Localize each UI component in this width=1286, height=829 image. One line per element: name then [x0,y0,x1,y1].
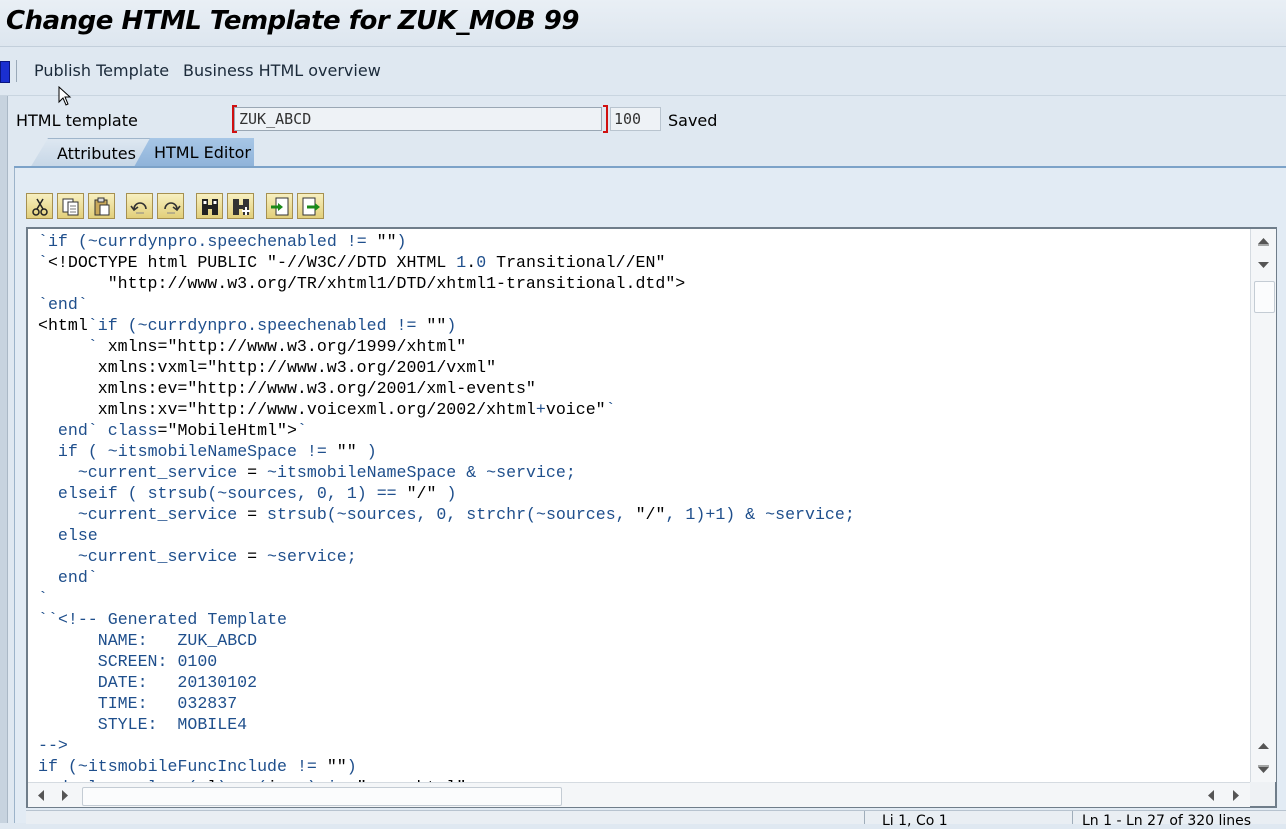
code-line[interactable]: if ( ~itsmobileNameSpace != "" ) [38,441,855,462]
code-line[interactable]: STYLE: MOBILE4 [38,714,855,735]
html-template-label: HTML template [16,111,138,130]
line-info-text: Ln 1 - Ln 27 of 320 lines [1082,813,1252,829]
horizontal-scroll-thumb[interactable] [82,787,562,806]
scroll-right-arrow-icon[interactable] [60,789,70,802]
publish-template-button[interactable]: Publish Template [34,61,169,80]
code-line[interactable]: <html`if (~currdynpro.speechenabled != "… [38,315,855,336]
code-line[interactable]: ~current_service = ~itsmobileNameSpace &… [38,462,855,483]
code-line[interactable]: --> [38,735,855,756]
tab-attributes[interactable]: Attributes [30,138,154,168]
left-frame-edge [0,96,8,823]
code-line[interactable]: xmlns:ev="http://www.w3.org/2001/xml-eve… [38,378,855,399]
code-line[interactable]: if (~itsmobileFuncInclude != "") [38,756,855,777]
code-line[interactable]: DATE: 20130102 [38,672,855,693]
code-line[interactable]: xmlns:xv="http://www.voicexml.org/2002/x… [38,399,855,420]
code-line[interactable]: ` xmlns="http://www.w3.org/1999/xhtml" [38,336,855,357]
import-icon[interactable] [266,193,293,219]
scroll-down-arrow-icon[interactable] [1257,260,1270,270]
code-line[interactable]: end` [38,567,855,588]
redo-icon[interactable] [157,193,184,219]
code-line[interactable]: else [38,525,855,546]
page-up-arrow-icon[interactable] [1257,236,1270,246]
focus-bracket-right [603,105,608,133]
tab-html-editor-label: HTML Editor [154,143,251,162]
editor-status-bar: Li 1, Co 1 Ln 1 - Ln 27 of 320 lines [26,810,1286,829]
scroll-left-arrow-icon[interactable] [36,789,46,802]
paste-icon[interactable] [88,193,115,219]
cursor-position-text: Li 1, Co 1 [882,813,948,829]
code-line[interactable]: SCREEN: 0100 [38,651,855,672]
cut-icon[interactable] [26,193,53,219]
html-template-input[interactable]: ZUK_ABCD [234,107,602,131]
scrollbar-corner [1250,782,1275,806]
code-line[interactable]: `end` [38,294,855,315]
vertical-scroll-thumb[interactable] [1254,281,1275,313]
code-line[interactable]: "http://www.w3.org/TR/xhtml1/DTD/xhtml1-… [38,273,855,294]
code-line[interactable]: `if (~currdynpro.speechenabled != "") [38,231,855,252]
code-line[interactable]: ~current_service = ~service; [38,546,855,567]
export-icon[interactable] [297,193,324,219]
code-line[interactable]: ``<!-- Generated Template [38,609,855,630]
html-code-editor[interactable]: `if (~currdynpro.speechenabled != "") `<!… [26,227,1277,808]
mouse-pointer-icon [58,86,72,106]
title-bar: Change HTML Template for ZUK_MOB 99 [0,0,1286,47]
code-line[interactable]: elseif ( strsub(~sources, 0, 1) == "/" ) [38,483,855,504]
find-icon[interactable] [196,193,223,219]
copy-icon[interactable] [57,193,84,219]
tab-attributes-label: Attributes [57,144,136,163]
scroll-left-end-arrow-icon[interactable] [1206,789,1216,802]
status-divider [1072,811,1073,824]
status-divider [864,811,865,824]
tab-html-editor[interactable]: HTML Editor [134,138,254,167]
page-down-arrow-icon[interactable] [1257,765,1270,775]
code-line[interactable]: ` [38,588,855,609]
application-toolbar: Publish Template Business HTML overview [0,47,1286,96]
undo-icon[interactable] [126,193,153,219]
screen-number-field[interactable]: 100 [610,107,661,131]
code-viewport: `if (~currdynpro.speechenabled != "") `<!… [28,229,1250,782]
code-line[interactable]: xmlns:vxml="http://www.w3.org/2001/vxml" [38,357,855,378]
horizontal-scrollbar[interactable] [28,782,1250,807]
toolbar-marker [0,61,10,83]
find-next-icon[interactable] [227,193,254,219]
code-line[interactable]: NAME: ZUK_ABCD [38,630,855,651]
vertical-scrollbar[interactable] [1250,229,1276,782]
code-line[interactable]: `<!DOCTYPE html PUBLIC "-//W3C//DTD XHTM… [38,252,855,273]
toolbar-separator [16,60,17,82]
code-line[interactable]: TIME: 032837 [38,693,855,714]
code-line[interactable]: end` class="MobileHtml">` [38,420,855,441]
scroll-right-end-arrow-icon[interactable] [1231,789,1241,802]
business-html-overview-button[interactable]: Business HTML overview [183,61,381,80]
scroll-up-arrow-icon[interactable] [1257,741,1270,751]
code-line[interactable]: ~current_service = strsub(~sources, 0, s… [38,504,855,525]
save-status-text: Saved [668,111,718,130]
window-title: Change HTML Template for ZUK_MOB 99 [6,6,579,36]
code-text[interactable]: `if (~currdynpro.speechenabled != "") `<!… [38,231,855,782]
